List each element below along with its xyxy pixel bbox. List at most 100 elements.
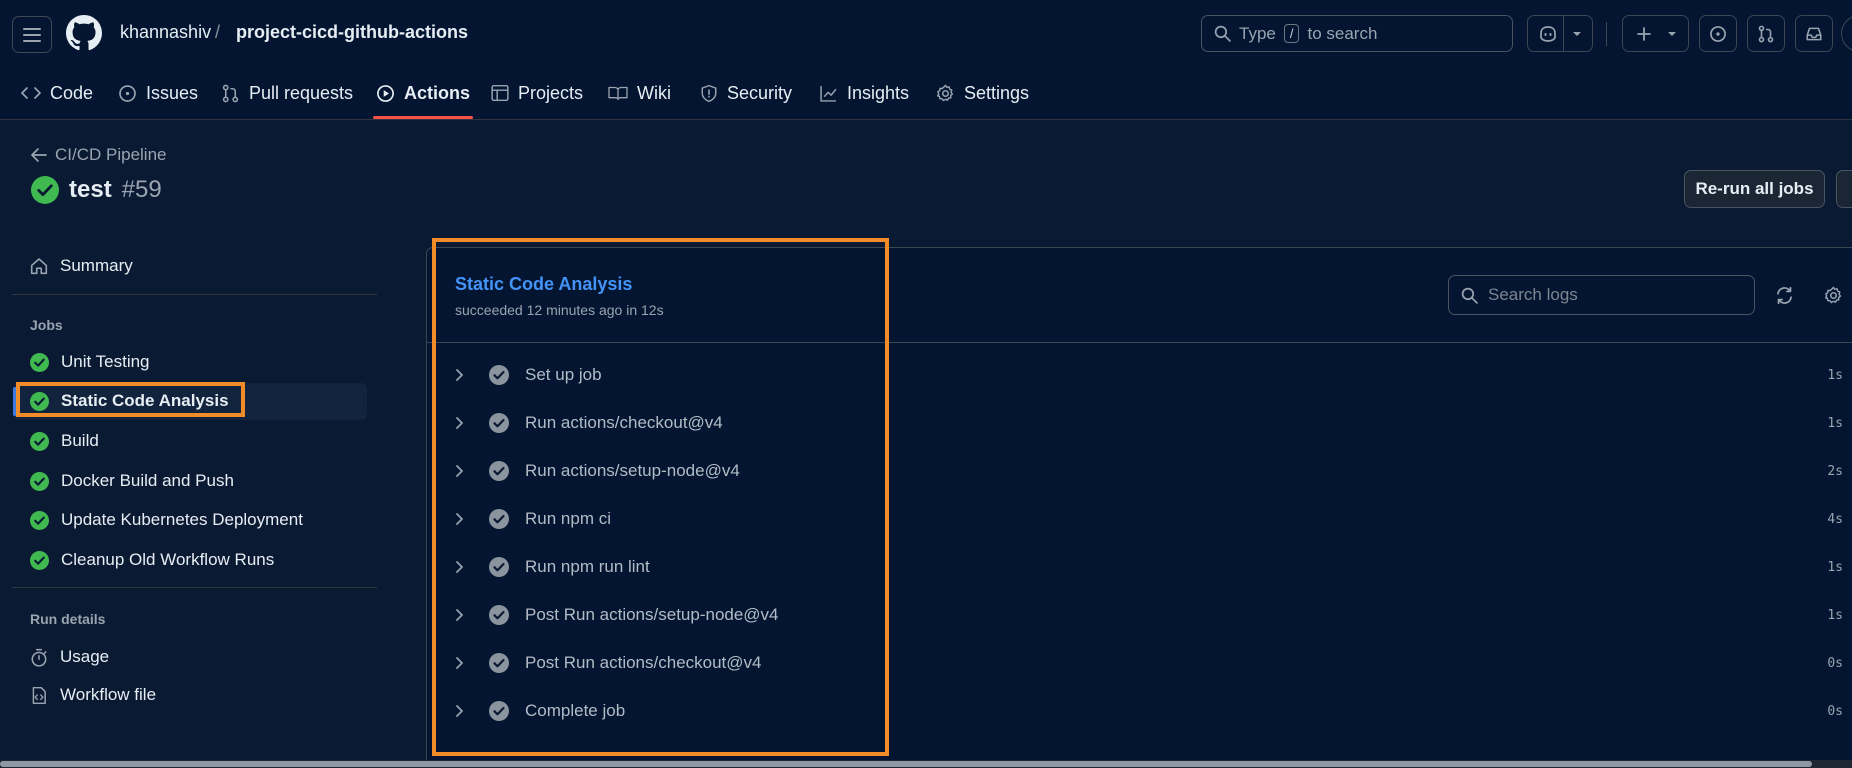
step-duration: 1s bbox=[1827, 415, 1843, 431]
back-to-workflow-link[interactable]: CI/CD Pipeline bbox=[31, 145, 167, 165]
github-logo-icon[interactable] bbox=[66, 15, 102, 51]
sidebar-item-workflow-file[interactable]: Workflow file bbox=[30, 678, 156, 712]
avatar[interactable] bbox=[1841, 15, 1852, 52]
gear-icon bbox=[1824, 286, 1841, 303]
sidebar-item-label: Usage bbox=[60, 647, 110, 666]
step-duration: 1s bbox=[1827, 367, 1843, 383]
repo-navigation: Code Issues Pull requests Actions Projec… bbox=[0, 66, 1852, 120]
sidebar-item-label: Update Kubernetes Deployment bbox=[61, 510, 303, 529]
search-icon bbox=[1461, 287, 1478, 304]
tab-security[interactable]: Security bbox=[700, 66, 792, 120]
check-circle-icon bbox=[31, 176, 59, 204]
sidebar-job-cleanup-old-workflow-runs[interactable]: Cleanup Old Workflow Runs bbox=[30, 543, 274, 577]
copilot-split-divider bbox=[1563, 15, 1564, 52]
tab-label: Projects bbox=[518, 82, 584, 103]
sidebar-job-unit-testing[interactable]: Unit Testing bbox=[30, 345, 150, 379]
scrollbar-thumb[interactable] bbox=[0, 761, 1812, 767]
tab-projects[interactable]: Projects bbox=[491, 66, 583, 120]
tab-pull-requests[interactable]: Pull requests bbox=[221, 66, 353, 120]
tab-label: Wiki bbox=[637, 82, 671, 103]
breadcrumb-separator: / bbox=[215, 22, 221, 42]
run-number: #59 bbox=[121, 176, 162, 203]
header-divider bbox=[1606, 22, 1607, 46]
search-logs-placeholder: Search logs bbox=[1488, 285, 1578, 304]
more-options-button[interactable] bbox=[1836, 170, 1852, 208]
highlight-box-sidebar bbox=[16, 382, 245, 417]
log-settings-button[interactable] bbox=[1820, 282, 1846, 308]
tab-label: Actions bbox=[404, 82, 471, 103]
sidebar-item-label: Workflow file bbox=[60, 685, 157, 704]
create-new-button[interactable] bbox=[1622, 15, 1689, 52]
sidebar-item-label: Unit Testing bbox=[61, 352, 150, 371]
tab-label: Issues bbox=[146, 82, 199, 103]
sidebar-item-usage[interactable]: Usage bbox=[30, 640, 109, 674]
sidebar-job-update-kubernetes-deployment[interactable]: Update Kubernetes Deployment bbox=[30, 503, 303, 537]
code-icon bbox=[21, 87, 41, 99]
step-duration: 0s bbox=[1827, 703, 1843, 719]
tab-label: Security bbox=[727, 82, 793, 103]
search-suffix-text: to search bbox=[1307, 23, 1378, 43]
table-icon bbox=[491, 84, 509, 102]
check-circle-icon bbox=[30, 550, 49, 570]
jobs-heading: Jobs bbox=[30, 317, 63, 333]
step-duration: 1s bbox=[1827, 607, 1843, 623]
inbox-button[interactable] bbox=[1795, 15, 1833, 52]
arrow-left-icon bbox=[31, 148, 47, 162]
tab-wiki[interactable]: Wiki bbox=[608, 66, 671, 120]
refresh-logs-button[interactable] bbox=[1771, 282, 1797, 308]
tab-settings[interactable]: Settings bbox=[936, 66, 1029, 120]
step-duration: 4s bbox=[1827, 511, 1843, 527]
breadcrumb-repo-link[interactable]: project-cicd-github-actions bbox=[236, 22, 468, 43]
tab-insights[interactable]: Insights bbox=[819, 66, 909, 120]
search-shortcut-key: / bbox=[1283, 24, 1300, 43]
active-tab-indicator bbox=[373, 116, 473, 119]
sync-icon bbox=[1776, 286, 1792, 304]
issue-icon bbox=[1710, 25, 1726, 42]
gear-icon bbox=[936, 84, 954, 101]
tab-label: Settings bbox=[964, 82, 1030, 103]
search-logs-input[interactable]: Search logs bbox=[1448, 275, 1755, 315]
page-title: test #59 bbox=[31, 176, 162, 204]
menu-button[interactable] bbox=[12, 16, 52, 53]
inbox-icon bbox=[1806, 27, 1822, 40]
copilot-button[interactable] bbox=[1527, 15, 1593, 52]
tab-label: Insights bbox=[847, 82, 910, 103]
sidebar-item-label: Build bbox=[61, 431, 99, 450]
breadcrumb-owner-link[interactable]: khannashiv bbox=[120, 22, 211, 43]
stopwatch-icon bbox=[31, 648, 47, 667]
sidebar-item-summary[interactable]: Summary bbox=[30, 249, 133, 283]
plus-icon bbox=[1637, 27, 1651, 41]
pull-requests-shortcut-button[interactable] bbox=[1747, 15, 1785, 52]
tab-issues[interactable]: Issues bbox=[118, 66, 198, 120]
search-icon bbox=[1214, 25, 1231, 42]
sidebar-item-label: Summary bbox=[60, 256, 133, 275]
chevron-down-icon bbox=[1573, 32, 1581, 36]
check-circle-icon bbox=[30, 431, 49, 451]
hamburger-icon bbox=[23, 27, 41, 42]
global-search-input[interactable]: Type / to search bbox=[1201, 15, 1513, 52]
tab-actions[interactable]: Actions bbox=[376, 66, 470, 120]
sidebar-divider bbox=[12, 294, 377, 295]
check-circle-icon bbox=[30, 471, 49, 491]
run-details-heading: Run details bbox=[30, 611, 106, 627]
issues-shortcut-button[interactable] bbox=[1699, 15, 1737, 52]
pull-request-icon bbox=[1758, 25, 1774, 42]
sidebar-divider bbox=[12, 587, 377, 588]
workflow-name: CI/CD Pipeline bbox=[55, 145, 167, 164]
run-name: test bbox=[69, 176, 112, 203]
pull-request-icon bbox=[222, 84, 239, 102]
sidebar-job-docker-build-and-push[interactable]: Docker Build and Push bbox=[30, 464, 234, 498]
tab-label: Pull requests bbox=[249, 82, 354, 103]
sidebar-item-label: Cleanup Old Workflow Runs bbox=[61, 550, 275, 569]
check-circle-icon bbox=[30, 510, 49, 530]
book-icon bbox=[608, 86, 628, 100]
sidebar-job-build[interactable]: Build bbox=[30, 424, 99, 458]
step-duration: 0s bbox=[1827, 655, 1843, 671]
tab-code[interactable]: Code bbox=[21, 66, 93, 120]
rerun-all-jobs-button[interactable]: Re-run all jobs bbox=[1684, 170, 1825, 208]
step-duration: 1s bbox=[1827, 559, 1843, 575]
home-icon bbox=[30, 258, 48, 275]
sidebar-item-label: Docker Build and Push bbox=[61, 471, 234, 490]
tab-label: Code bbox=[50, 82, 94, 103]
page: khannashiv / project-cicd-github-actions… bbox=[0, 0, 1852, 768]
